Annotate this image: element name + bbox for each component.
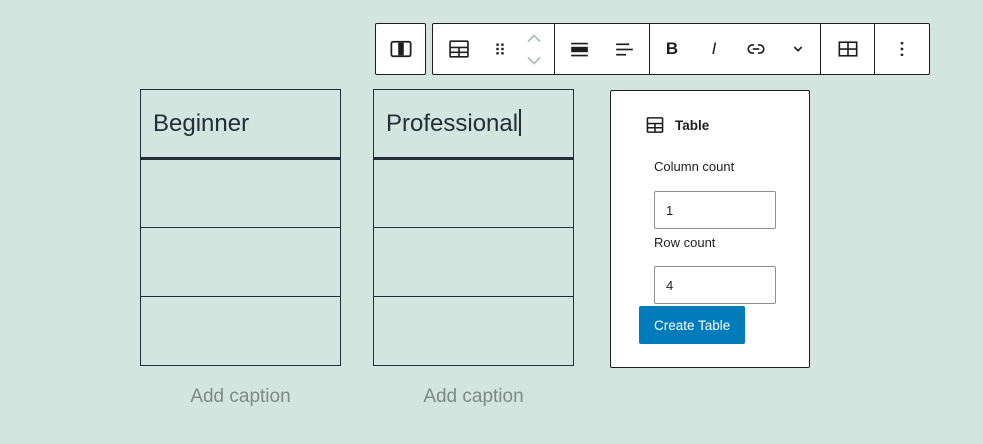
italic-button[interactable]: I [694,26,734,72]
row-count-input[interactable] [654,266,776,304]
table-cell-empty[interactable] [141,228,341,297]
table-cell-empty[interactable] [141,159,341,228]
chevron-up-icon [524,32,544,45]
bold-button[interactable]: B [652,26,692,72]
toolbar-group-mover [433,24,555,74]
toolbar-group-format: B I [650,24,821,74]
column-count-input[interactable] [654,191,776,229]
table-row [141,297,341,366]
table-block-professional: Professional [373,89,574,366]
italic-icon: I [712,39,717,59]
kebab-vertical-icon [890,37,914,61]
align-button[interactable] [560,26,600,72]
table-row: Professional [374,90,574,159]
align-none-icon [567,37,592,62]
table-cell-empty[interactable] [141,297,341,366]
block-movers [520,26,548,72]
toolbar-group-edit-table [821,24,875,74]
move-down-button[interactable] [520,50,548,70]
table-cell-empty[interactable] [374,159,574,228]
more-formats-button[interactable] [778,26,818,72]
table-cell-empty[interactable] [374,297,574,366]
table-row: Beginner [141,90,341,159]
table-row [141,228,341,297]
create-table-button[interactable]: Create Table [639,306,745,344]
table-row [374,228,574,297]
table-cell-header-editing[interactable]: Professional [374,90,574,159]
move-up-button[interactable] [520,28,548,48]
toolbar-group-options [875,24,929,74]
caption-placeholder[interactable]: Add caption [373,386,574,408]
block-toolbar: B I [432,23,930,75]
panel-title-row: Table [644,114,709,136]
drag-handle[interactable] [486,26,514,72]
drag-handle-icon [489,38,511,60]
table-row [374,297,574,366]
table-cell-empty[interactable] [374,228,574,297]
link-button[interactable] [736,26,776,72]
table-block-icon [446,36,472,62]
chevron-down-icon [786,37,810,61]
table-row [374,159,574,228]
caption-placeholder[interactable]: Add caption [140,386,341,408]
chevron-down-icon [524,54,544,67]
select-parent-column-button[interactable] [381,26,421,72]
link-icon [743,36,769,62]
toolbar-group-align [555,24,650,74]
block-editor-canvas: B I [0,0,983,444]
cell-text: Professional [386,110,518,137]
edit-table-button[interactable] [828,26,868,72]
table-setup-panel: Table Column count Row count Create Tabl… [610,90,810,368]
align-text-left-icon [612,37,637,62]
edit-table-icon [835,36,861,62]
table-cell-header[interactable]: Beginner [141,90,341,159]
row-count-label: Row count [654,235,715,250]
bold-icon: B [666,39,678,59]
text-align-button[interactable] [604,26,644,72]
toolbar-parent-segment [375,23,426,75]
options-button[interactable] [882,26,922,72]
panel-title: Table [675,118,709,133]
table-block-type-button[interactable] [439,26,479,72]
column-count-label: Column count [654,159,734,174]
table-block-beginner: Beginner [140,89,341,366]
table-block-icon [644,114,666,136]
column-block-icon [387,35,415,63]
table-row [141,159,341,228]
text-caret [519,109,521,136]
